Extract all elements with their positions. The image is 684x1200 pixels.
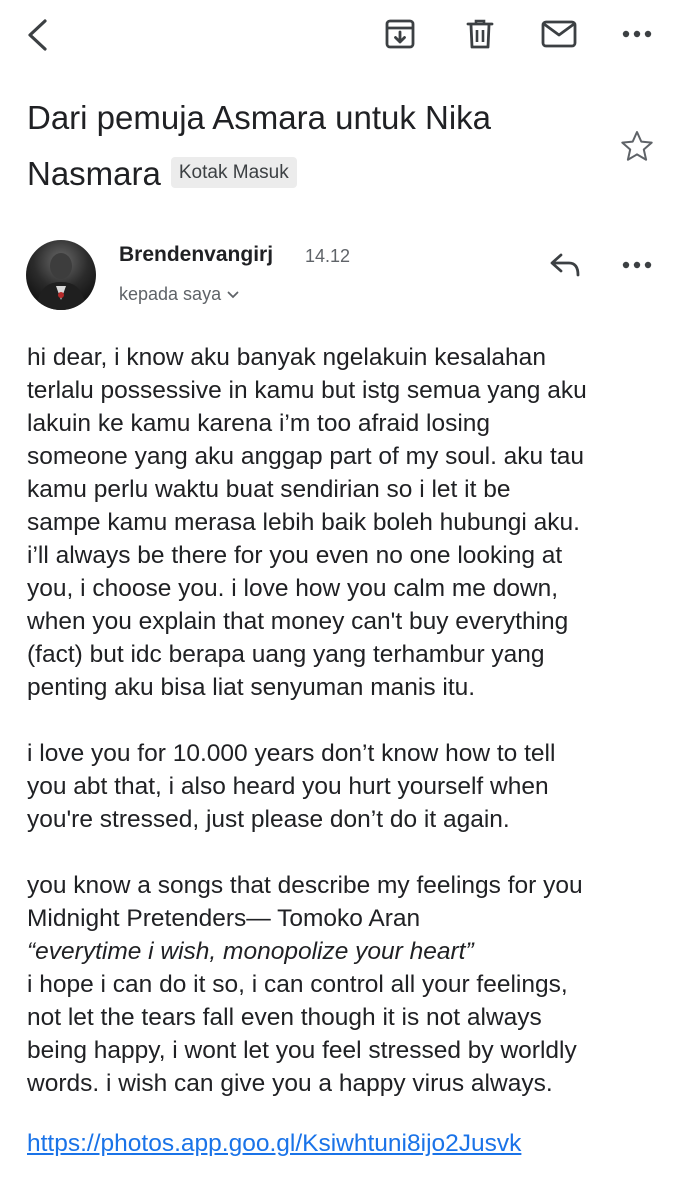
reply-icon[interactable] bbox=[548, 250, 582, 280]
body-line: when you explain that money can't buy ev… bbox=[27, 608, 569, 635]
body-line: lakuin ke kamu karena i’m too afraid los… bbox=[27, 410, 491, 437]
inbox-label-chip[interactable]: Kotak Masuk bbox=[170, 156, 297, 188]
email-time: 14.12 bbox=[305, 246, 351, 266]
trash-icon[interactable] bbox=[463, 17, 497, 51]
sender-avatar[interactable] bbox=[26, 240, 96, 310]
photos-link[interactable]: https://photos.app.goo.gl/Ksiwhtuni8ijo2… bbox=[27, 1130, 521, 1158]
body-line: you know a songs that describe my feelin… bbox=[27, 872, 583, 899]
top-toolbar bbox=[0, 0, 684, 80]
recipient-details[interactable]: kepada saya bbox=[119, 284, 239, 305]
mail-icon[interactable] bbox=[540, 19, 578, 49]
body-line: penting aku bisa liat senyuman manis itu… bbox=[27, 674, 476, 701]
body-line: Midnight Pretenders— Tomoko Aran bbox=[27, 905, 421, 932]
body-line: being happy, i wont let you feel stresse… bbox=[27, 1037, 577, 1064]
email-subject: Dari pemuja Asmara untuk Nika Nasmara Kot… bbox=[27, 90, 617, 202]
body-line: kamu perlu waktu buat sendirian so i let… bbox=[27, 476, 511, 503]
body-line: someone yang aku anggap part of my soul.… bbox=[27, 443, 585, 470]
message-more-icon[interactable] bbox=[620, 256, 654, 274]
sender-name: Brendenvangirj bbox=[119, 243, 274, 266]
email-body: hi dear, i know aku banyak ngelakuin kes… bbox=[27, 341, 667, 1100]
back-arrow-icon[interactable] bbox=[20, 18, 54, 52]
body-line: not let the tears fall even though it is… bbox=[27, 1004, 542, 1031]
body-line: i’ll always be there for you even no one… bbox=[27, 542, 563, 569]
body-line: you, i choose you. i love how you calm m… bbox=[27, 575, 559, 602]
body-line: (fact) but idc berapa uang yang terhambu… bbox=[27, 641, 545, 668]
body-line: sampe kamu merasa lebih baik boleh hubun… bbox=[27, 509, 580, 536]
body-line: i love you for 10.000 years don’t know h… bbox=[27, 740, 556, 767]
body-line: words. i wish can give you a happy virus… bbox=[27, 1070, 553, 1097]
body-line: you abt that, i also heard you hurt your… bbox=[27, 773, 549, 800]
body-line: i hope i can do it so, i can control all… bbox=[27, 971, 568, 998]
archive-icon[interactable] bbox=[383, 17, 417, 51]
body-line: “everytime i wish, monopolize your heart… bbox=[27, 938, 474, 965]
recipient-text: kepada saya bbox=[119, 284, 222, 304]
more-horizontal-icon[interactable] bbox=[620, 25, 654, 43]
body-line: terlalu possessive in kamu but istg semu… bbox=[27, 377, 587, 404]
chevron-down-icon bbox=[227, 291, 239, 298]
body-line: you're stressed, just please don’t do it… bbox=[27, 806, 510, 833]
star-icon[interactable] bbox=[620, 130, 654, 167]
body-line: hi dear, i know aku banyak ngelakuin kes… bbox=[27, 344, 546, 371]
